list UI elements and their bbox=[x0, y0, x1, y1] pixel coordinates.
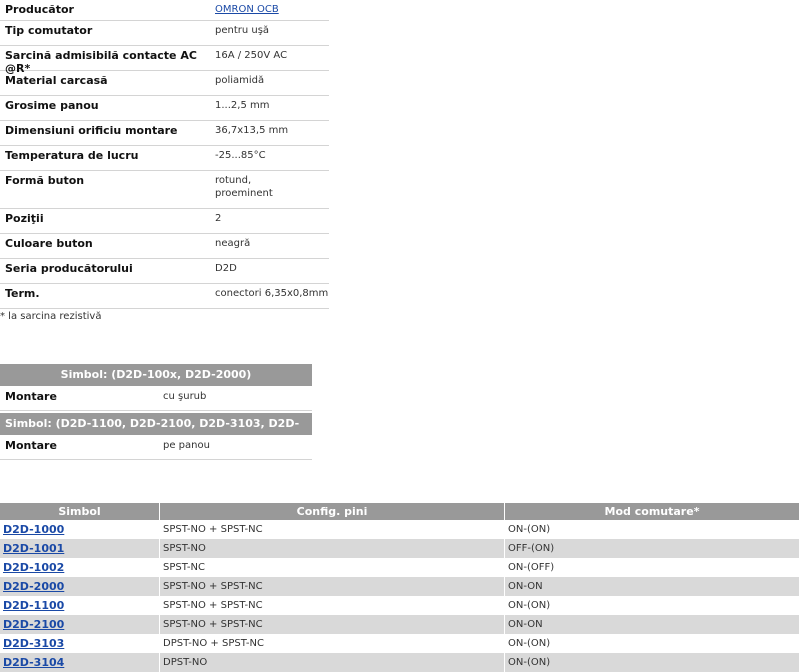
spec-table: Producător OMRON OCB Tip comutator pentr… bbox=[0, 0, 329, 309]
column-header-switch-mode[interactable]: Mod comutare* bbox=[505, 503, 799, 520]
product-link[interactable]: D2D-1002 bbox=[3, 561, 64, 574]
spec-row: Tip comutator pentru uşă bbox=[0, 21, 329, 46]
spec-value: 1...2,5 mm bbox=[215, 100, 270, 111]
spec-label: Poziţii bbox=[5, 212, 44, 225]
spec-label: Producător bbox=[5, 3, 74, 16]
spec-row: Material carcasă poliamidă bbox=[0, 71, 329, 96]
spec-label: Sarcină admisibilă contacte AC @R* bbox=[5, 49, 197, 75]
spec-label: Term. bbox=[5, 287, 40, 300]
spec-value-line: proeminent bbox=[215, 188, 273, 199]
spec-value: 36,7x13,5 mm bbox=[215, 125, 289, 136]
spec-row: Poziţii 2 bbox=[0, 209, 329, 234]
table-row: D2D-3103 DPST-NO + SPST-NC ON-(ON) bbox=[0, 634, 799, 653]
product-link[interactable]: D2D-2000 bbox=[3, 580, 64, 593]
switch-mode-cell: ON-(ON) bbox=[508, 657, 551, 668]
table-row: D2D-1000 SPST-NO + SPST-NC ON-(ON) bbox=[0, 520, 799, 539]
pin-config-cell: DPST-NO bbox=[160, 653, 505, 672]
table-row: D2D-1002 SPST-NC ON-(OFF) bbox=[0, 558, 799, 577]
pin-config-cell: SPST-NC bbox=[160, 558, 505, 577]
spec-label: Tip comutator bbox=[5, 24, 93, 37]
symbol-block: Simbol: (D2D-100x, D2D-2000) Montare cu … bbox=[0, 364, 312, 411]
switch-mode-cell: ON-(OFF) bbox=[508, 562, 555, 573]
spec-label: Seria producătorului bbox=[5, 262, 133, 275]
table-row: D2D-2100 SPST-NO + SPST-NC ON-ON bbox=[0, 615, 799, 634]
pin-config-cell: SPST-NO bbox=[160, 539, 505, 558]
spec-value: poliamidă bbox=[215, 75, 265, 86]
product-table: Simbol Config. pini Mod comutare* D2D-10… bbox=[0, 503, 799, 672]
spec-value: -25...85°C bbox=[215, 150, 266, 161]
spec-row: Formă buton rotund, proeminent bbox=[0, 171, 329, 209]
spec-row: Temperatura de lucru -25...85°C bbox=[0, 146, 329, 171]
mounting-label: Montare bbox=[5, 439, 57, 452]
pin-config-cell: SPST-NO + SPST-NC bbox=[160, 577, 505, 596]
pin-config-cell: SPST-NO + SPST-NC bbox=[160, 596, 505, 615]
table-row: D2D-2000 SPST-NO + SPST-NC ON-ON bbox=[0, 577, 799, 596]
pin-config-cell: SPST-NO + SPST-NC bbox=[160, 615, 505, 634]
spec-value: 2 bbox=[215, 213, 222, 224]
spec-value: rotund, proeminent bbox=[210, 171, 329, 208]
pin-config-cell: SPST-NO + SPST-NC bbox=[160, 520, 505, 539]
switch-mode-cell: ON-ON bbox=[508, 581, 543, 592]
spec-row: Term. conectori 6,35x0,8mm bbox=[0, 284, 329, 309]
spec-value: neagră bbox=[215, 238, 251, 249]
switch-mode-cell: ON-(ON) bbox=[508, 524, 551, 535]
column-header-pin-config[interactable]: Config. pini bbox=[160, 503, 505, 520]
switch-mode-cell: ON-(ON) bbox=[508, 638, 551, 649]
spec-row-producer: Producător OMRON OCB bbox=[0, 0, 329, 21]
mounting-row: Montare pe panou bbox=[0, 435, 312, 460]
spec-label: Formă buton bbox=[5, 174, 85, 187]
spec-label: Culoare buton bbox=[5, 237, 93, 250]
spec-value: 16A / 250V AC bbox=[215, 50, 288, 61]
producer-link[interactable]: OMRON OCB bbox=[215, 4, 279, 15]
product-link[interactable]: D2D-3104 bbox=[3, 656, 64, 669]
switch-mode-cell: ON-(ON) bbox=[508, 600, 551, 611]
product-link[interactable]: D2D-1100 bbox=[3, 599, 64, 612]
spec-row: Culoare buton neagră bbox=[0, 234, 329, 259]
mounting-value: pe panou bbox=[163, 440, 210, 451]
spec-row: Dimensiuni orificiu montare 36,7x13,5 mm bbox=[0, 121, 329, 146]
symbol-header: Simbol: (D2D-100x, D2D-2000) bbox=[0, 364, 312, 386]
spec-label: Temperatura de lucru bbox=[5, 149, 139, 162]
spec-value-line: rotund, bbox=[215, 175, 252, 186]
switch-mode-cell: ON-ON bbox=[508, 619, 543, 630]
spec-label: Material carcasă bbox=[5, 74, 108, 87]
symbol-block: Simbol: (D2D-1100, D2D-2100, D2D-3103, D… bbox=[0, 413, 312, 460]
symbol-header: Simbol: (D2D-1100, D2D-2100, D2D-3103, D… bbox=[0, 413, 312, 452]
product-link[interactable]: D2D-2100 bbox=[3, 618, 64, 631]
spec-row: Grosime panou 1...2,5 mm bbox=[0, 96, 329, 121]
spec-row: Sarcină admisibilă contacte AC @R* 16A /… bbox=[0, 46, 329, 75]
table-row: D2D-1001 SPST-NO OFF-(ON) bbox=[0, 539, 799, 558]
product-link[interactable]: D2D-1001 bbox=[3, 542, 64, 555]
column-header-symbol[interactable]: Simbol bbox=[0, 503, 160, 520]
mounting-label: Montare bbox=[5, 390, 57, 403]
mounting-value: cu şurub bbox=[163, 391, 207, 402]
table-row: D2D-1100 SPST-NO + SPST-NC ON-(ON) bbox=[0, 596, 799, 615]
switch-mode-cell: OFF-(ON) bbox=[508, 543, 555, 554]
pin-config-cell: DPST-NO + SPST-NC bbox=[160, 634, 505, 653]
footnote: * la sarcina rezistivă bbox=[0, 311, 102, 322]
mounting-row: Montare cu şurub bbox=[0, 386, 312, 411]
spec-value: D2D bbox=[215, 263, 237, 274]
spec-label: Dimensiuni orificiu montare bbox=[5, 124, 178, 137]
spec-value: conectori 6,35x0,8mm bbox=[215, 288, 329, 299]
product-link[interactable]: D2D-3103 bbox=[3, 637, 64, 650]
product-link[interactable]: D2D-1000 bbox=[3, 523, 64, 536]
table-row: D2D-3104 DPST-NO ON-(ON) bbox=[0, 653, 799, 672]
product-table-header: Simbol Config. pini Mod comutare* bbox=[0, 503, 799, 520]
spec-value: pentru uşă bbox=[215, 25, 270, 36]
spec-label: Grosime panou bbox=[5, 99, 99, 112]
spec-row: Seria producătorului D2D bbox=[0, 259, 329, 284]
